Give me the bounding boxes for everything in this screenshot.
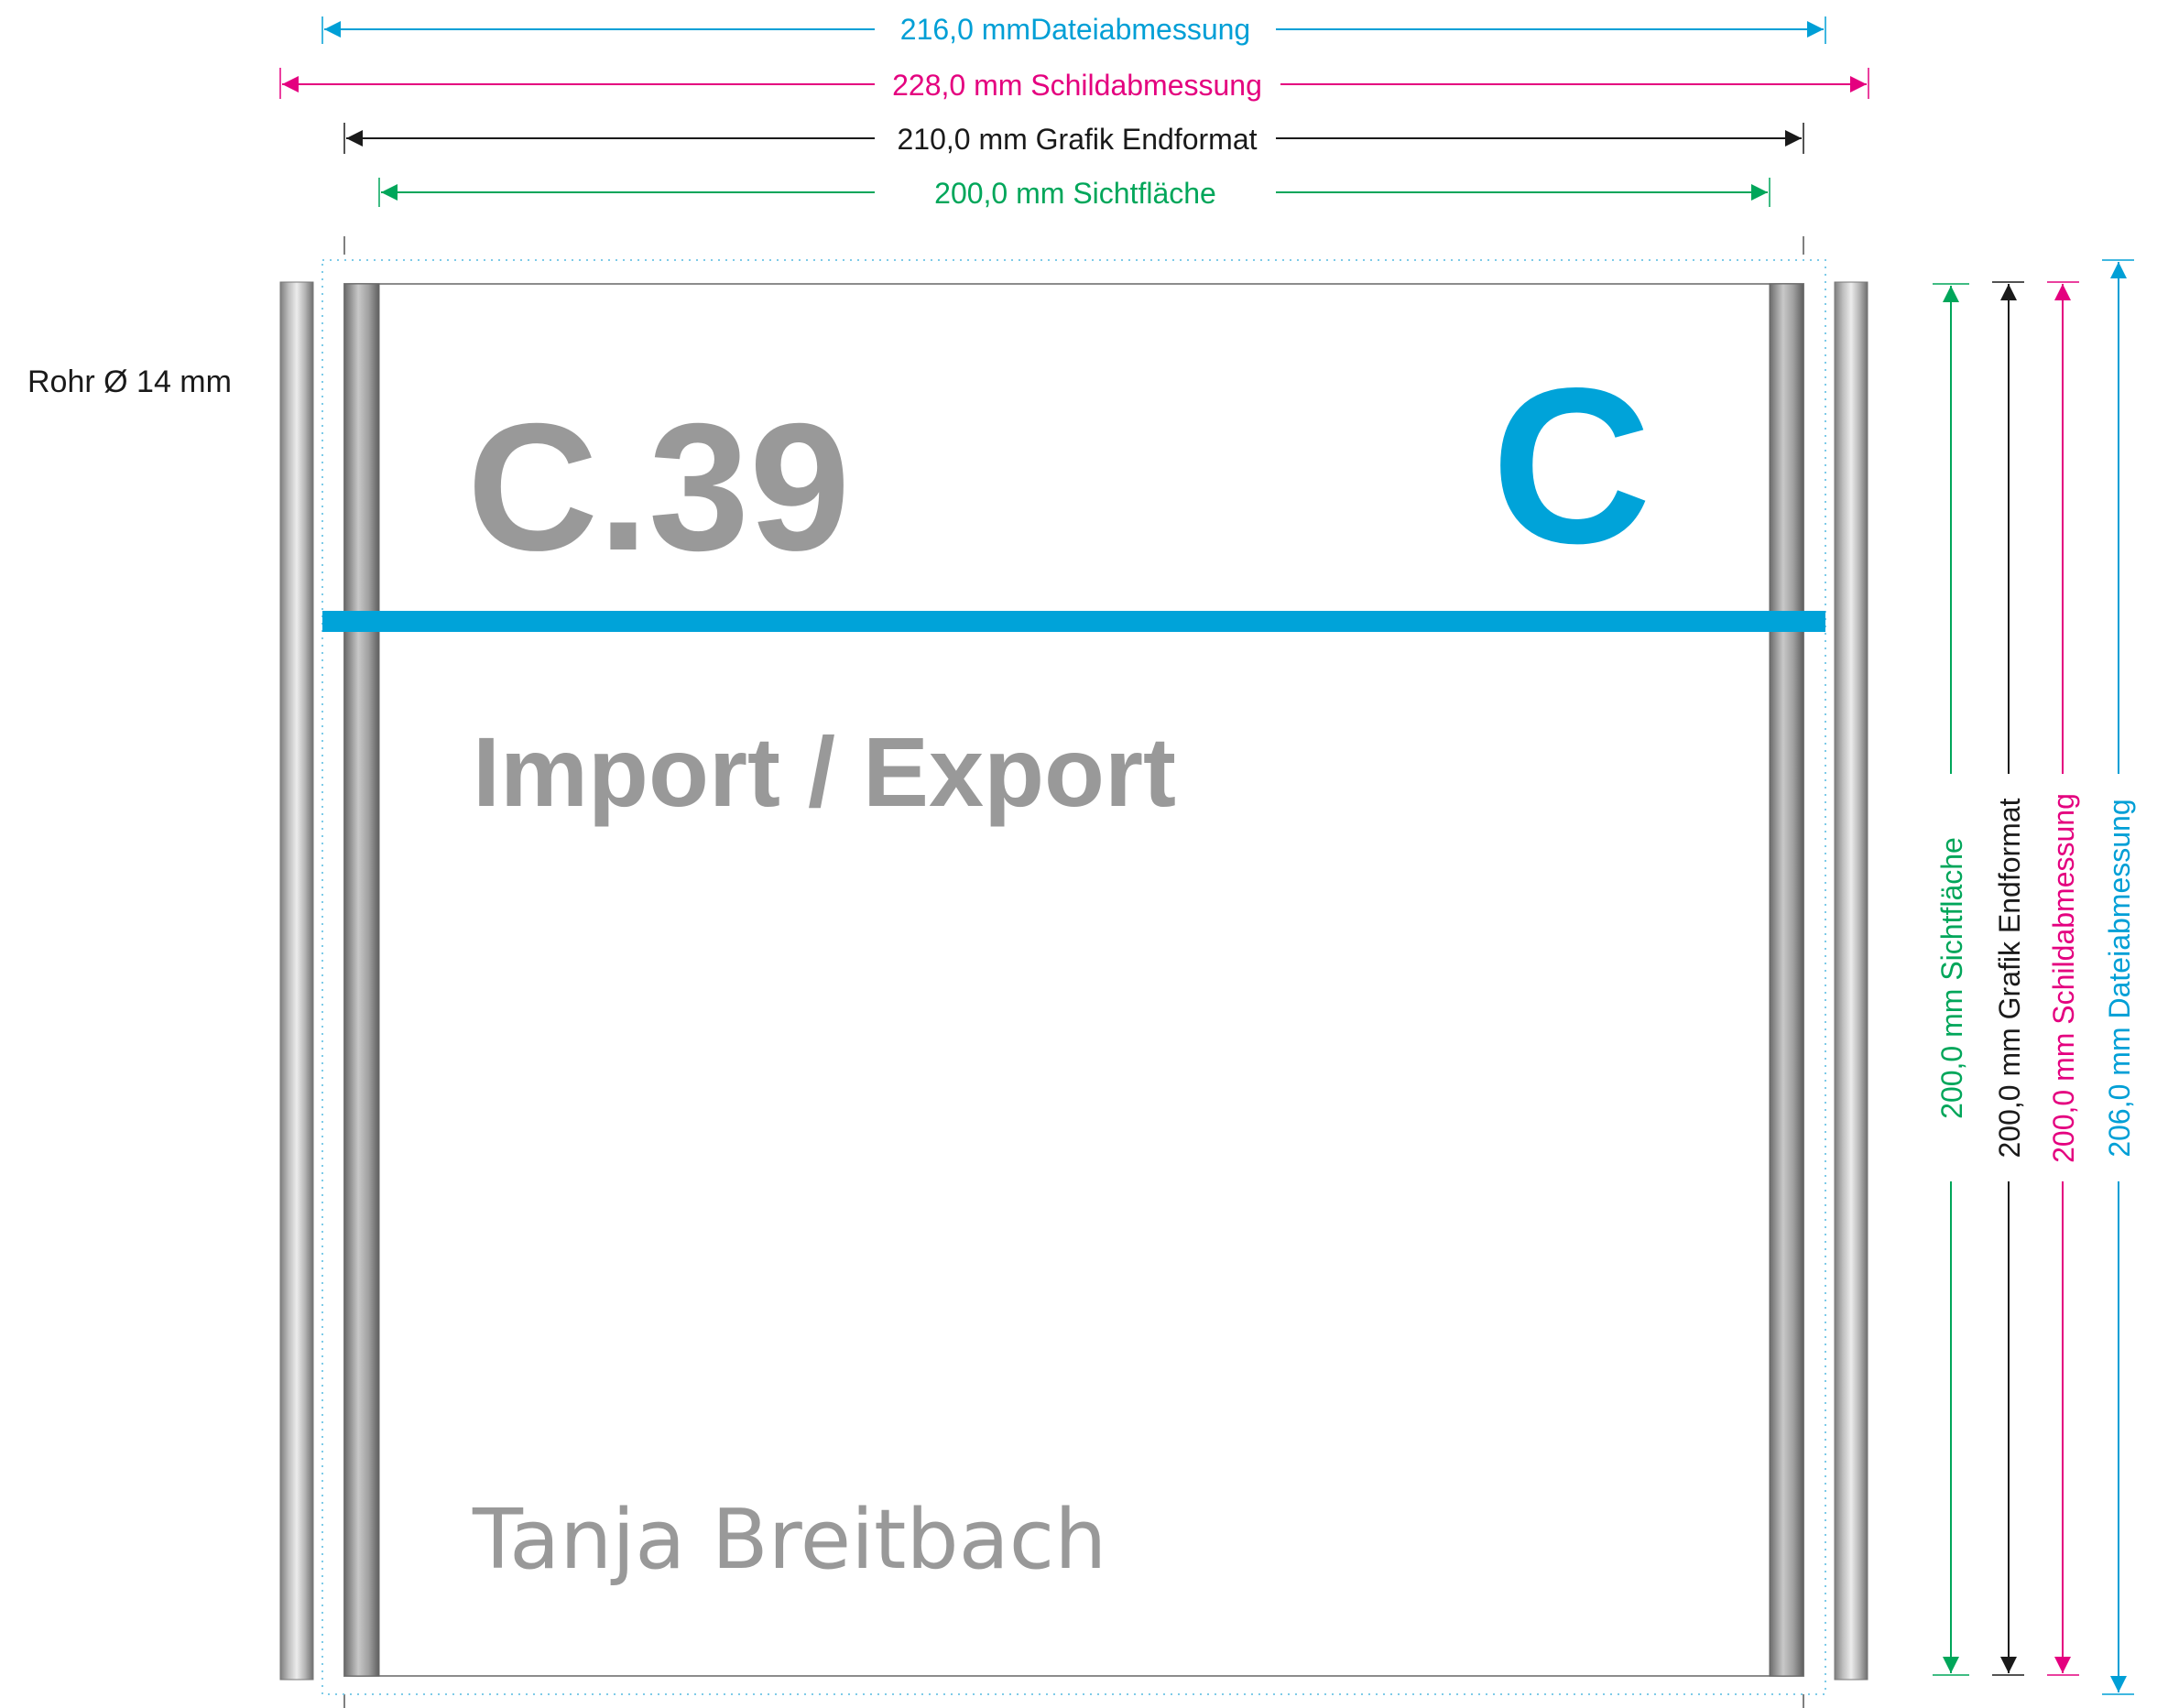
tube-left-inner	[343, 283, 380, 1677]
sign-dimension-drawing: 216,0 mmDateiabmessung 228,0 mm Schildab…	[27, 13, 2136, 1708]
tube-left-outer	[279, 281, 314, 1681]
sign: C.39 C Import / Export Tanja Breitbach	[279, 259, 1868, 1695]
dimension-label-graphic-width: 210,0 mm Grafik Endformat	[897, 123, 1257, 156]
department-name: Import / Export	[473, 716, 1176, 827]
person-name: Tanja Breitbach	[472, 1492, 1106, 1588]
dimension-label-sign-height: 200,0 mm Schildabmessung	[2047, 793, 2080, 1163]
vertical-dimensions: 200,0 mm Sichtfläche 200,0 mm Grafik End…	[1933, 259, 2136, 1695]
dimension-label-sign-width: 228,0 mm Schildabmessung	[892, 69, 1262, 102]
accent-bar	[322, 611, 1825, 632]
dimension-label-graphic-height: 200,0 mm Grafik Endformat	[1993, 798, 2026, 1158]
tube-right-inner	[1769, 283, 1804, 1677]
dimension-label-visible-width: 200,0 mm Sichtfläche	[934, 177, 1216, 210]
tube-diameter-label: Rohr Ø 14 mm	[27, 364, 232, 399]
dimension-label-visible-height: 200,0 mm Sichtfläche	[1935, 837, 1968, 1119]
tube-right-outer	[1834, 281, 1868, 1681]
dimension-label-file-height: 206,0 mm Dateiabmessung	[2103, 799, 2136, 1157]
section-letter: C	[1491, 343, 1651, 590]
dimension-label-file-width: 216,0 mmDateiabmessung	[900, 13, 1250, 46]
room-number: C.39	[467, 386, 850, 588]
